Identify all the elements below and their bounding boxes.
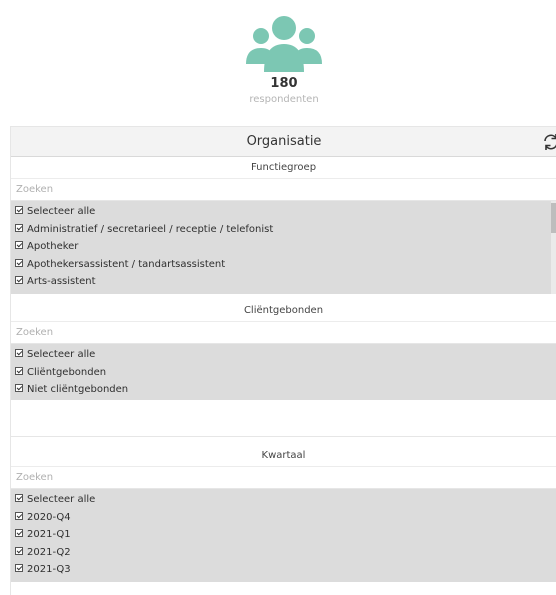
list-item[interactable]: Administratief / secretarieel / receptie… (11, 221, 556, 239)
checkbox-icon[interactable] (15, 241, 23, 249)
list-item[interactable]: 2021-Q2 (11, 544, 556, 562)
list-clientgebonden: Selecteer alle Cliëntgebonden Niet cliën… (11, 344, 556, 400)
checkbox-icon[interactable] (15, 511, 23, 520)
checkbox-icon[interactable] (15, 223, 23, 232)
checkbox-icon[interactable] (15, 546, 23, 555)
users-icon (246, 16, 322, 72)
checkbox-icon[interactable] (15, 529, 23, 537)
checkbox-icon[interactable] (15, 494, 23, 502)
list-item[interactable]: Cliëntgebonden (11, 364, 556, 382)
list-kwartaal: Selecteer alle 2020-Q4 2021-Q1 2021-Q2 2… (11, 489, 556, 582)
search-input-kwartaal[interactable]: Zoeken (11, 467, 556, 489)
checkbox-icon[interactable] (15, 384, 23, 392)
list-item[interactable]: Selecteer alle (11, 346, 556, 364)
panel-header: Organisatie (11, 126, 556, 157)
list-item[interactable]: Arts-assistent (11, 273, 556, 291)
section-title-clientgebonden: Cliëntgebonden (11, 300, 556, 322)
section-title-functiegroep: Functiegroep (11, 157, 556, 179)
list-item[interactable]: Apotheker (11, 238, 556, 256)
list-item[interactable]: Apothekersassistent / tandartsassistent (11, 256, 556, 274)
respondent-count: 180 (270, 76, 298, 91)
respondent-label: respondenten (249, 94, 319, 105)
checkbox-icon[interactable] (15, 366, 23, 375)
checkbox-icon[interactable] (15, 258, 23, 267)
panel-title: Organisatie (246, 134, 322, 149)
search-input-clientgebonden[interactable]: Zoeken (11, 322, 556, 344)
list-functiegroep: Selecteer alle Administratief / secretar… (11, 201, 556, 294)
list-empty-area (11, 400, 556, 437)
list-item[interactable]: 2021-Q1 (11, 526, 556, 544)
section-title-kwartaal: Kwartaal (11, 445, 556, 467)
scrollbar[interactable] (551, 201, 556, 294)
checkbox-icon[interactable] (15, 349, 23, 357)
section-functiegroep: Functiegroep Zoeken Selecteer alle Admin… (11, 157, 556, 294)
list-item[interactable]: 2020-Q4 (11, 509, 556, 527)
spacer (11, 437, 556, 445)
list-item[interactable]: Selecteer alle (11, 491, 556, 509)
filter-panel: Organisatie Functiegroep Zoeken Selectee… (10, 126, 556, 595)
list-item[interactable]: Niet cliëntgebonden (11, 381, 556, 399)
list-item[interactable]: Selecteer alle (11, 203, 556, 221)
scrollbar-thumb[interactable] (551, 203, 556, 233)
section-clientgebonden: Cliëntgebonden Zoeken Selecteer alle Cli… (11, 300, 556, 437)
list-item[interactable]: 2021-Q3 (11, 561, 556, 579)
search-input-functiegroep[interactable]: Zoeken (11, 179, 556, 201)
checkbox-icon[interactable] (15, 564, 23, 572)
section-kwartaal: Kwartaal Zoeken Selecteer alle 2020-Q4 2… (11, 445, 556, 582)
checkbox-icon[interactable] (15, 206, 23, 214)
respondents-summary: 180 respondenten (0, 0, 556, 112)
refresh-icon[interactable] (542, 133, 556, 151)
checkbox-icon[interactable] (15, 276, 23, 284)
